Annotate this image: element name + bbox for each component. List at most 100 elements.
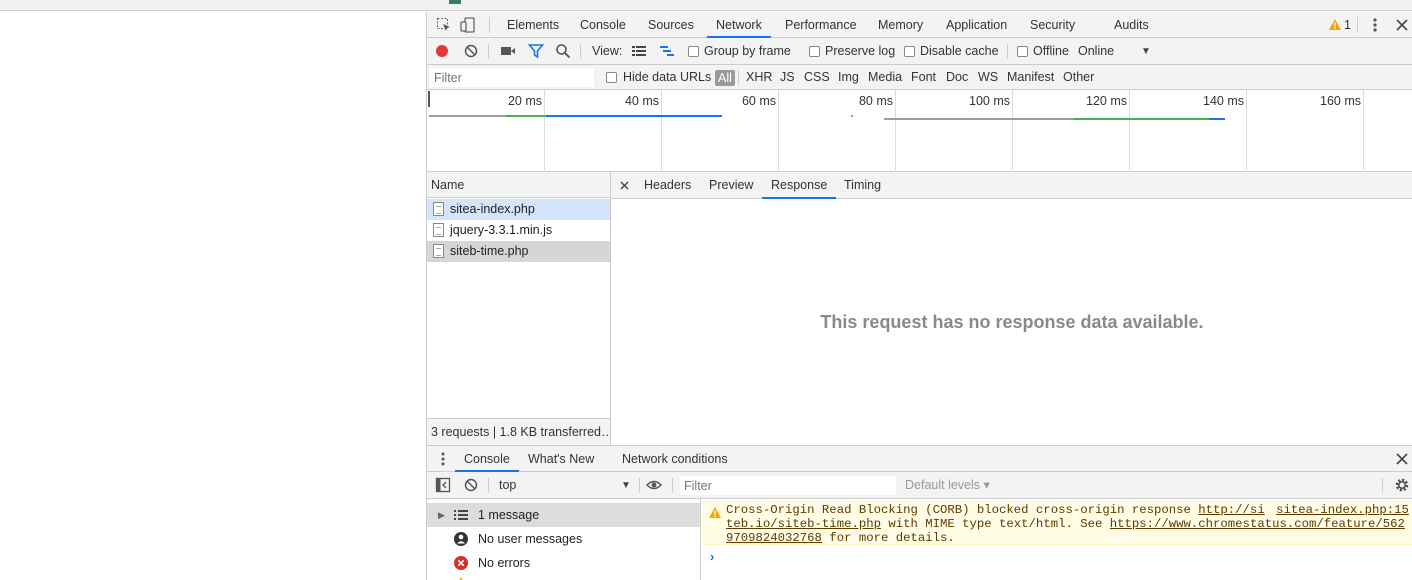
request-row[interactable]: jquery-3.3.1.min.js (427, 220, 610, 241)
record-icon[interactable] (434, 43, 450, 59)
search-icon[interactable] (555, 43, 571, 59)
tab-sources[interactable]: Sources (639, 12, 703, 38)
group-by-frame-label: Group by frame (704, 44, 791, 58)
drawer-tab-console[interactable]: Console (455, 446, 519, 472)
tab-security[interactable]: Security (1021, 12, 1084, 38)
context-select[interactable]: top ▼ (499, 472, 631, 499)
console-warning-message[interactable]: Cross-Origin Read Blocking (CORB) blocke… (702, 501, 1412, 545)
view-label: View: (592, 44, 623, 58)
large-rows-icon[interactable] (631, 43, 647, 59)
tab-response[interactable]: Response (762, 172, 837, 199)
timeline-bar-download (546, 115, 722, 117)
tab-network[interactable]: Network (707, 12, 771, 38)
dropdown-arrow-icon: ▼ (621, 480, 631, 491)
close-detail-icon[interactable] (620, 181, 629, 190)
live-expression-eye-icon[interactable] (646, 477, 662, 493)
blocked-url-link[interactable]: teb.io/siteb-time.php (726, 517, 881, 531)
tab-application[interactable]: Application (937, 12, 1016, 38)
tab-favicon (449, 0, 461, 4)
warning-text: Cross-Origin Read Blocking (CORB) blocke… (726, 503, 1199, 517)
document-icon (433, 223, 444, 237)
timeline-tick: 160 ms (1320, 94, 1361, 108)
console-filter-input[interactable] (680, 476, 896, 495)
clear-icon[interactable] (463, 43, 479, 59)
user-icon (454, 532, 468, 546)
log-levels-select[interactable]: Default levels ▾ (905, 472, 990, 499)
inspect-element-icon[interactable] (436, 17, 452, 33)
disable-cache-checkbox[interactable] (904, 46, 915, 57)
screenshot-camera-icon[interactable] (500, 43, 516, 59)
console-sidebar: ▶ 1 message No user messages No errors (427, 499, 701, 580)
preserve-log-checkbox[interactable] (809, 46, 820, 57)
request-row[interactable]: siteb-time.php (427, 241, 610, 262)
tab-performance[interactable]: Performance (776, 12, 866, 38)
tab-headers[interactable]: Headers (635, 172, 700, 199)
filter-type-all[interactable]: All (715, 70, 735, 86)
group-by-frame-checkbox[interactable] (688, 46, 699, 57)
tab-audits[interactable]: Audits (1105, 12, 1158, 38)
filter-type-other[interactable]: Other (1063, 65, 1094, 90)
tab-console[interactable]: Console (571, 12, 635, 38)
clear-console-icon[interactable] (463, 477, 479, 493)
close-devtools-icon[interactable] (1394, 17, 1410, 33)
warning-icon (1329, 19, 1341, 30)
warning-count: 1 (1344, 18, 1351, 32)
offline-checkbox[interactable] (1017, 46, 1028, 57)
dropdown-arrow-icon: ▼ (1141, 46, 1151, 57)
timeline-bar-ttfb (506, 115, 546, 117)
filter-type-doc[interactable]: Doc (946, 65, 968, 90)
throttling-select[interactable]: Online ▼ (1078, 38, 1151, 65)
timeline-gridline (544, 90, 545, 172)
timeline-overview[interactable]: 20 ms 40 ms 60 ms 80 ms 100 ms 120 ms 14… (427, 90, 1412, 172)
close-drawer-icon[interactable] (1394, 451, 1410, 467)
hide-data-urls-checkbox[interactable] (606, 72, 617, 83)
chromestatus-link[interactable]: 9709824032768 (726, 531, 822, 545)
drawer-tab-network-conditions[interactable]: Network conditions (613, 446, 737, 472)
blocked-url-link[interactable]: http://si (1198, 503, 1264, 517)
warning-line-3: 9709824032768 for more details. (726, 531, 955, 545)
tab-memory[interactable]: Memory (869, 12, 932, 38)
filter-type-js[interactable]: JS (780, 65, 795, 90)
expand-triangle-icon[interactable]: ▶ (438, 503, 445, 527)
tab-elements[interactable]: Elements (498, 12, 568, 38)
devtools-tab-bar: Elements Console Sources Network Perform… (427, 12, 1412, 38)
request-name: jquery-3.3.1.min.js (450, 223, 553, 237)
sidebar-item-user-messages[interactable]: No user messages (427, 527, 700, 551)
timeline-tick: 60 ms (741, 94, 776, 108)
show-sidebar-icon[interactable] (435, 477, 451, 493)
drawer-tab-whats-new[interactable]: What's New (519, 446, 603, 472)
timeline-tick: 140 ms (1203, 94, 1244, 108)
chromestatus-link[interactable]: https://www.chromestatus.com/feature/562 (1110, 517, 1405, 531)
request-row[interactable]: sitea-index.php (427, 199, 610, 220)
sidebar-item-messages[interactable]: ▶ 1 message (427, 503, 700, 527)
warning-line-2: teb.io/siteb-time.php with MIME type tex… (726, 517, 1405, 531)
filter-type-media[interactable]: Media (868, 65, 902, 90)
filter-input[interactable] (430, 68, 594, 87)
device-toolbar-icon[interactable] (460, 17, 476, 33)
warning-text: for more details. (821, 531, 955, 545)
drawer-menu-icon[interactable] (435, 451, 451, 467)
filter-type-xhr[interactable]: XHR (746, 65, 772, 90)
settings-gear-icon[interactable] (1394, 477, 1410, 493)
filter-type-manifest[interactable]: Manifest (1007, 65, 1054, 90)
sidebar-item-errors[interactable]: No errors (427, 551, 700, 575)
filter-type-img[interactable]: Img (838, 65, 859, 90)
filter-type-ws[interactable]: WS (978, 65, 998, 90)
name-column-header[interactable]: Name (427, 172, 610, 198)
filter-type-font[interactable]: Font (911, 65, 936, 90)
tab-preview[interactable]: Preview (700, 172, 762, 199)
timeline-gridline (778, 90, 779, 172)
more-options-icon[interactable] (1367, 17, 1383, 33)
tab-timing[interactable]: Timing (835, 172, 890, 199)
filter-icon[interactable] (528, 43, 544, 59)
source-location-link[interactable]: sitea-index.php:15 (1276, 503, 1409, 517)
console-messages: Cross-Origin Read Blocking (CORB) blocke… (702, 499, 1412, 580)
toolbar-divider (639, 478, 640, 493)
waterfall-overview-icon[interactable] (659, 43, 675, 59)
console-prompt[interactable]: › (702, 545, 1412, 567)
timeline-tick: 80 ms (858, 94, 893, 108)
toolbar-divider (488, 44, 489, 59)
timeline-start-marker (428, 91, 430, 107)
sidebar-item-label: 1 message (478, 508, 540, 522)
filter-type-css[interactable]: CSS (804, 65, 830, 90)
